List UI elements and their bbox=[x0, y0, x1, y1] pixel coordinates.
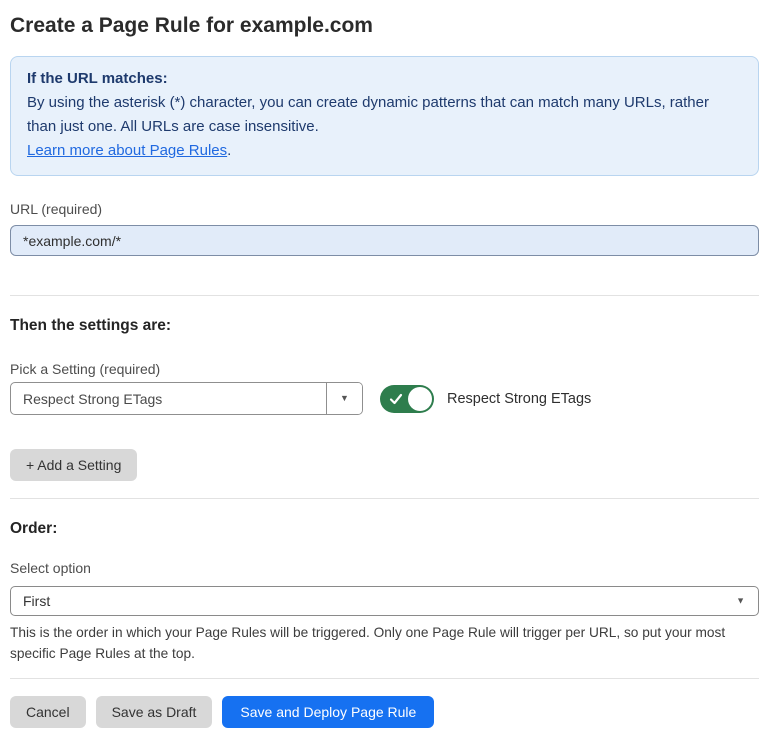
link-suffix: . bbox=[227, 142, 231, 159]
footer-divider bbox=[10, 678, 759, 679]
pick-setting-label: Pick a Setting (required) bbox=[10, 362, 759, 377]
form-actions: Cancel Save as Draft Save and Deploy Pag… bbox=[10, 696, 759, 728]
page-title: Create a Page Rule for example.com bbox=[10, 12, 759, 39]
order-select-label: Select option bbox=[10, 561, 759, 576]
url-match-info-box: If the URL matches: By using the asteris… bbox=[10, 56, 759, 176]
info-link-line: Learn more about Page Rules. bbox=[27, 139, 742, 163]
setting-select[interactable]: Respect Strong ETags ▼ bbox=[10, 382, 363, 415]
order-select[interactable]: First ▼ bbox=[10, 586, 759, 616]
setting-select-value: Respect Strong ETags bbox=[11, 383, 326, 414]
learn-more-link[interactable]: Learn more about Page Rules bbox=[27, 142, 227, 159]
url-input[interactable] bbox=[10, 225, 759, 256]
info-box-body: By using the asterisk (*) character, you… bbox=[27, 91, 742, 139]
section-divider bbox=[10, 295, 759, 296]
section-divider bbox=[10, 498, 759, 499]
add-setting-button[interactable]: + Add a Setting bbox=[10, 449, 137, 481]
setting-select-arrow-button[interactable]: ▼ bbox=[326, 383, 362, 414]
url-field-label: URL (required) bbox=[10, 202, 759, 217]
info-box-heading: If the URL matches: bbox=[27, 67, 742, 91]
setting-toggle[interactable] bbox=[380, 385, 434, 413]
chevron-down-icon: ▼ bbox=[340, 394, 349, 403]
toggle-knob bbox=[408, 387, 432, 411]
chevron-down-icon: ▼ bbox=[736, 597, 745, 606]
order-select-value: First bbox=[23, 593, 50, 609]
page-rule-form: Create a Page Rule for example.com If th… bbox=[0, 12, 769, 728]
check-icon bbox=[389, 392, 403, 406]
save-and-deploy-button[interactable]: Save and Deploy Page Rule bbox=[222, 696, 434, 728]
cancel-button[interactable]: Cancel bbox=[10, 696, 86, 728]
order-help-text: This is the order in which your Page Rul… bbox=[10, 622, 759, 664]
settings-section-heading: Then the settings are: bbox=[10, 317, 759, 334]
save-as-draft-button[interactable]: Save as Draft bbox=[96, 696, 213, 728]
setting-toggle-label: Respect Strong ETags bbox=[447, 391, 591, 407]
setting-row: Respect Strong ETags ▼ Respect Strong ET… bbox=[10, 382, 759, 415]
order-section-heading: Order: bbox=[10, 520, 759, 537]
